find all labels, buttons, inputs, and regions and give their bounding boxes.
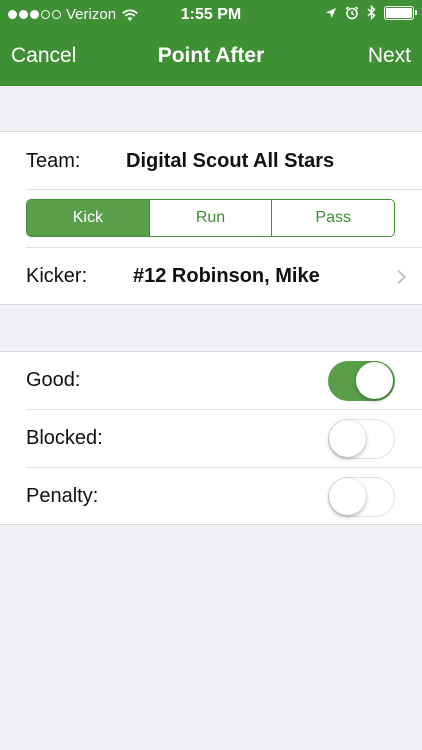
kicker-row[interactable]: Kicker: #12 Robinson, Mike (0, 248, 422, 305)
team-value: Digital Scout All Stars (126, 150, 335, 172)
kicker-value: #12 Robinson, Mike (133, 265, 320, 287)
status-right (325, 5, 417, 20)
segment-run[interactable]: Run (149, 200, 273, 236)
toggle-knob (329, 478, 366, 515)
header: Verizon 1:55 PM Cancel Point After Next (0, 0, 422, 86)
play-type-segmented-control[interactable]: Kick Run Pass (26, 199, 395, 237)
segment-kick[interactable]: Kick (27, 200, 150, 236)
toggle-row-blocked: Blocked: (0, 410, 422, 467)
toggle-row-good: Good: (0, 352, 422, 409)
divider (26, 189, 422, 190)
blocked-label: Blocked: (26, 427, 103, 449)
location-arrow-icon (326, 7, 336, 18)
good-toggle[interactable] (328, 361, 395, 401)
page-title: Point After (157, 44, 265, 67)
alarm-clock-icon (345, 5, 359, 19)
status-bar: Verizon 1:55 PM (0, 0, 422, 30)
penalty-label: Penalty: (26, 485, 99, 507)
chevron-right-icon (391, 269, 407, 285)
blocked-toggle[interactable] (328, 419, 395, 459)
good-label: Good: (26, 369, 81, 391)
toggle-row-penalty: Penalty: (0, 468, 422, 525)
toggle-knob (329, 420, 366, 457)
toggle-knob (356, 362, 393, 399)
penalty-toggle[interactable] (328, 477, 395, 517)
next-button[interactable]: Next (368, 44, 411, 68)
battery-icon (384, 5, 417, 20)
play-details-section: Team: Digital Scout All Stars Kick Run P… (0, 131, 422, 305)
kicker-label: Kicker: (26, 265, 88, 287)
team-label: Team: (26, 150, 81, 172)
navigation-bar: Cancel Point After Next (0, 30, 422, 86)
segment-pass[interactable]: Pass (272, 200, 394, 236)
bluetooth-icon (367, 5, 376, 20)
team-row: Team: Digital Scout All Stars (0, 132, 422, 189)
result-toggles-section: Good: Blocked: Penalty: (0, 351, 422, 525)
